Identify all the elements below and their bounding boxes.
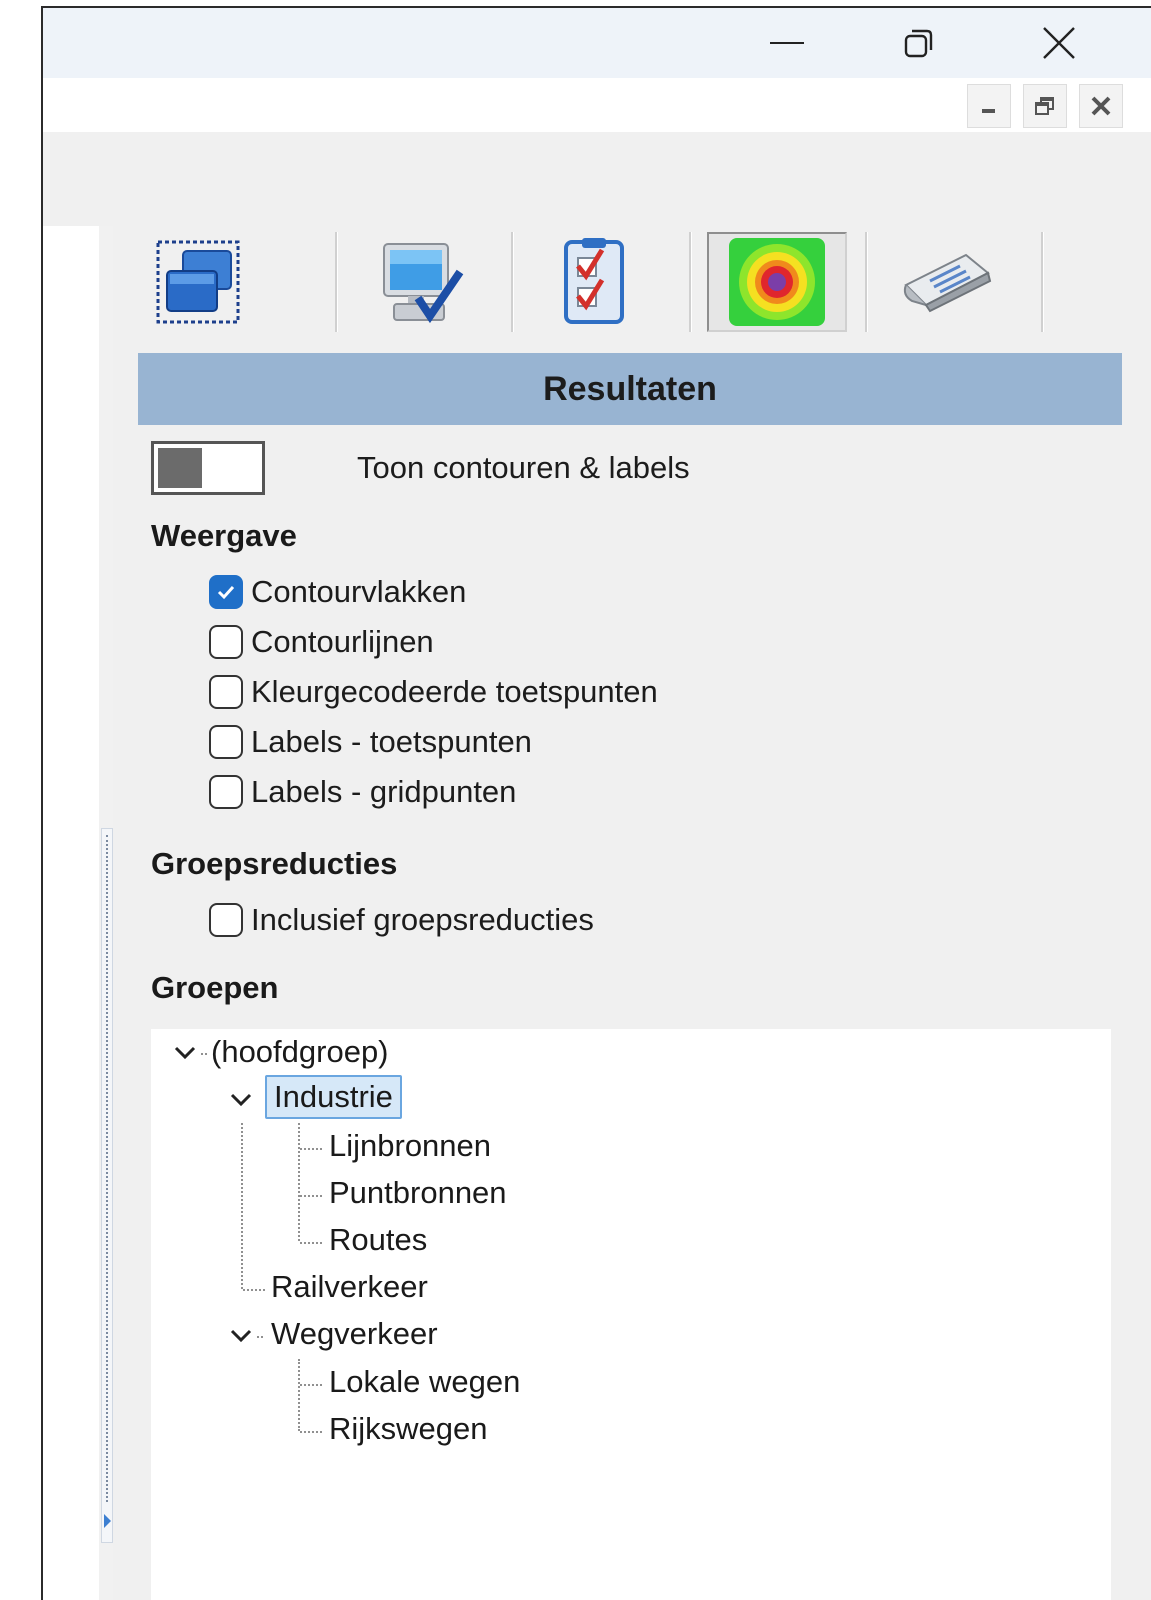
restore-icon [1035,97,1054,115]
checkbox[interactable] [209,725,243,759]
results-panel: Resultaten Toon contouren & labels Weerg… [113,226,1151,1600]
splitter-handle[interactable] [101,828,113,1543]
checklist-icon [564,238,624,324]
mdi-restore-button[interactable] [1023,84,1067,128]
menu-bar [43,78,1151,132]
minimize-icon [770,42,804,44]
tab-checklist[interactable] [539,232,649,332]
checkbox-row-kleurgecodeerde-toetspunten[interactable]: Kleurgecodeerde toetspunten [209,672,658,712]
windows-icon [156,240,240,324]
tab-results-contours[interactable] [707,232,847,332]
checkbox-label: Contourlijnen [251,624,434,659]
close-icon [1091,96,1111,116]
minimize-icon [982,109,995,113]
left-pane [43,226,99,1600]
tab-monitor-check[interactable] [365,232,475,332]
tree-node-railverkeer[interactable]: Railverkeer [271,1269,428,1305]
checkbox[interactable] [209,675,243,709]
chevron-down-icon[interactable] [229,1328,253,1344]
checkbox-row-contourvlakken[interactable]: Contourvlakken [209,572,466,612]
checkbox[interactable] [209,903,243,937]
heading-groepsreducties: Groepsreducties [151,846,398,881]
minimize-button[interactable] [741,8,833,78]
tree-node-lijnbronnen[interactable]: Lijnbronnen [329,1128,491,1164]
checkbox-row-contourlijnen[interactable]: Contourlijnen [209,622,434,662]
checkbox-label: Labels - toetspunten [251,724,532,759]
tree-node-rijkswegen[interactable]: Rijkswegen [329,1411,488,1447]
checkbox-row-labels-toetspunten[interactable]: Labels - toetspunten [209,722,532,762]
monitor-check-icon [383,243,464,324]
toggle-label: Toon contouren & labels [357,450,690,485]
close-button[interactable] [1013,8,1105,78]
mdi-minimize-button[interactable] [967,84,1011,128]
checkbox[interactable] [209,775,243,809]
mdi-close-button[interactable] [1079,84,1123,128]
tree-node-lokale-wegen[interactable]: Lokale wegen [329,1364,520,1400]
expand-arrow-icon[interactable] [104,1514,111,1528]
newspaper-icon [903,253,992,313]
tree-node-industrie[interactable]: Industrie [265,1075,402,1119]
checkbox-row-inclusief-groepsreducties[interactable]: Inclusief groepsreducties [209,900,594,940]
tree-node-puntbronnen[interactable]: Puntbronnen [329,1175,507,1211]
checkbox-label: Kleurgecodeerde toetspunten [251,674,658,709]
toggle-contours-labels[interactable] [151,441,265,495]
checkbox-checked[interactable] [209,575,243,609]
checkbox-label: Labels - gridpunten [251,774,517,809]
tree-node-routes[interactable]: Routes [329,1222,427,1258]
heading-weergave: Weergave [151,518,297,553]
restore-button[interactable] [873,8,965,78]
checkbox-label: Contourvlakken [251,574,467,609]
application-window: Resultaten Toon contouren & labels Weerg… [41,6,1151,1600]
section-header: Resultaten [138,353,1122,425]
toggle-knob [158,448,202,488]
close-icon [1043,27,1075,59]
tree-node-root[interactable]: (hoofdgroep) [211,1034,389,1070]
group-tree: (hoofdgroep) Industrie Lijnbronnen Puntb… [151,1029,1111,1600]
heading-groepen: Groepen [151,970,279,1005]
title-bar [43,8,1151,78]
checkbox[interactable] [209,625,243,659]
tab-newspaper[interactable] [891,232,1001,332]
contour-target-icon [729,238,825,326]
checkbox-label: Inclusief groepsreducties [251,902,594,937]
toolbar-strip [43,132,1151,226]
tree-node-wegverkeer[interactable]: Wegverkeer [271,1316,438,1352]
chevron-down-icon[interactable] [173,1045,197,1061]
checkmark-icon [217,585,235,600]
chevron-down-icon[interactable] [229,1092,253,1108]
checkbox-row-labels-gridpunten[interactable]: Labels - gridpunten [209,772,516,812]
restore-icon [904,29,933,58]
tab-windows[interactable] [143,232,253,332]
